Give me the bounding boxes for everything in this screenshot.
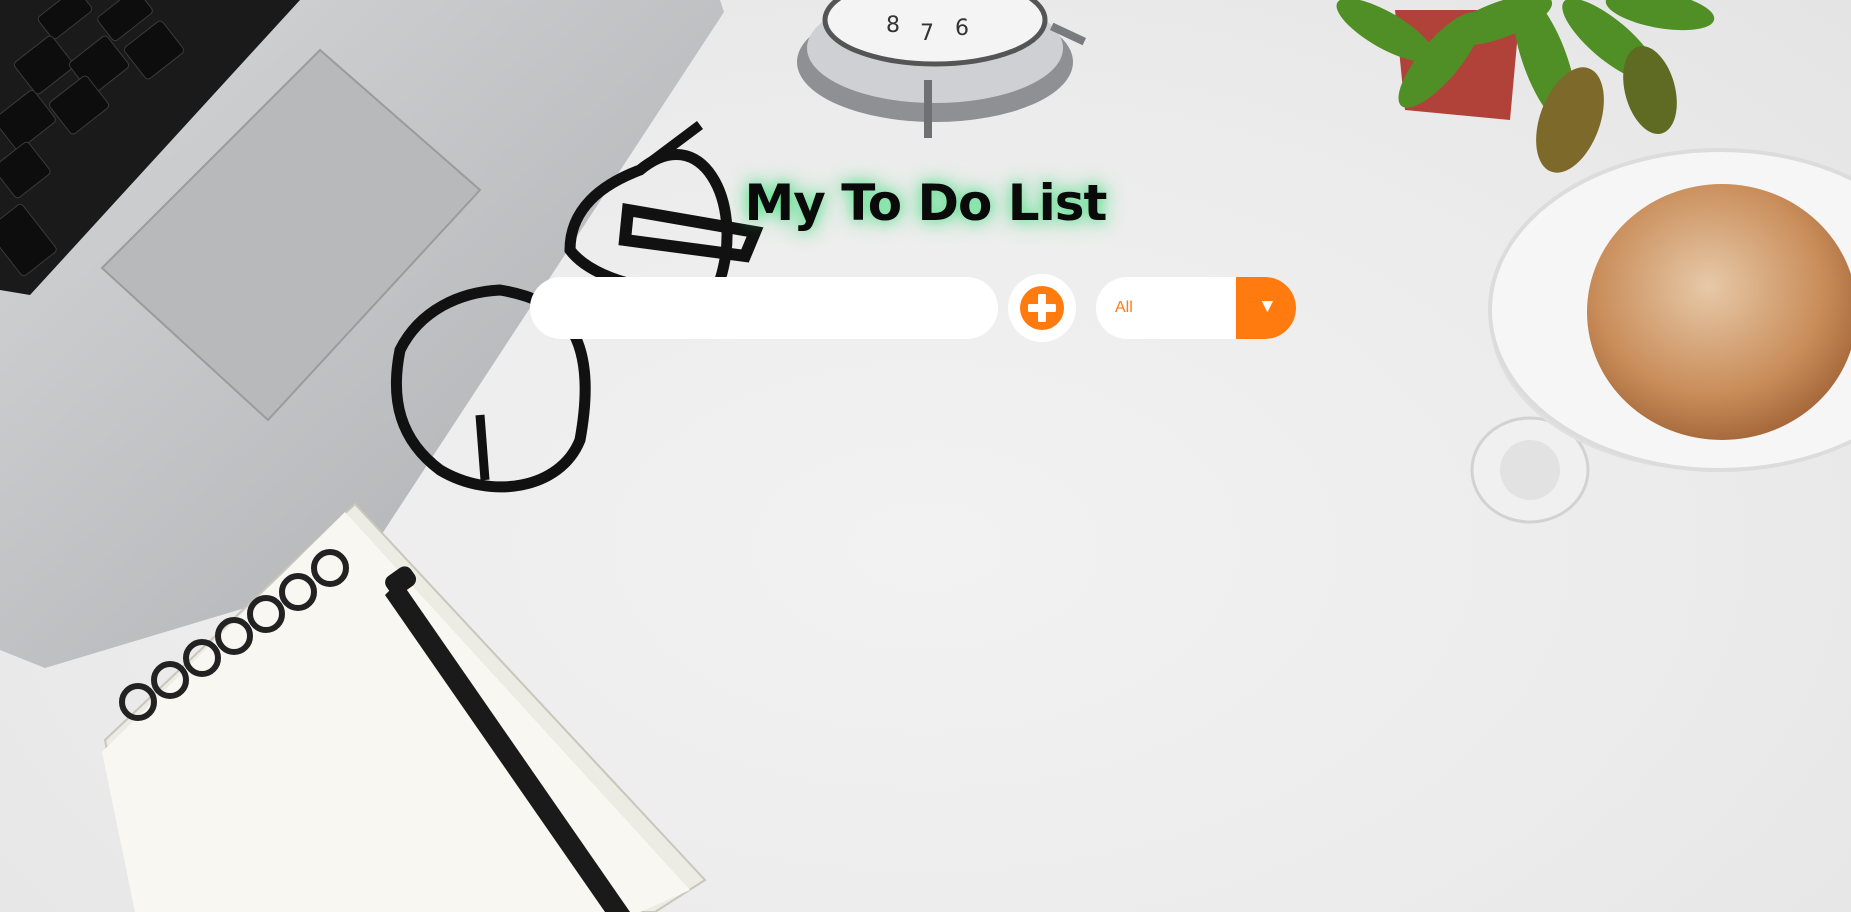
svg-text:7: 7 (920, 21, 934, 46)
todo-input[interactable] (530, 277, 998, 339)
page-title: My To Do List (744, 174, 1108, 232)
desk-background: 8 7 6 (0, 0, 1851, 912)
filter-select[interactable]: All ▼ (1096, 277, 1296, 339)
svg-text:6: 6 (955, 16, 969, 41)
svg-text:8: 8 (886, 13, 900, 38)
plus-circle-icon (1020, 286, 1064, 330)
alarm-clock-image: 8 7 6 (797, 0, 1087, 138)
filter-selected-value: All (1115, 299, 1133, 316)
filter-dropdown-toggle[interactable]: ▼ (1236, 277, 1296, 339)
dropdown-arrow-icon: ▼ (1258, 296, 1277, 317)
add-todo-button[interactable] (1008, 274, 1076, 342)
